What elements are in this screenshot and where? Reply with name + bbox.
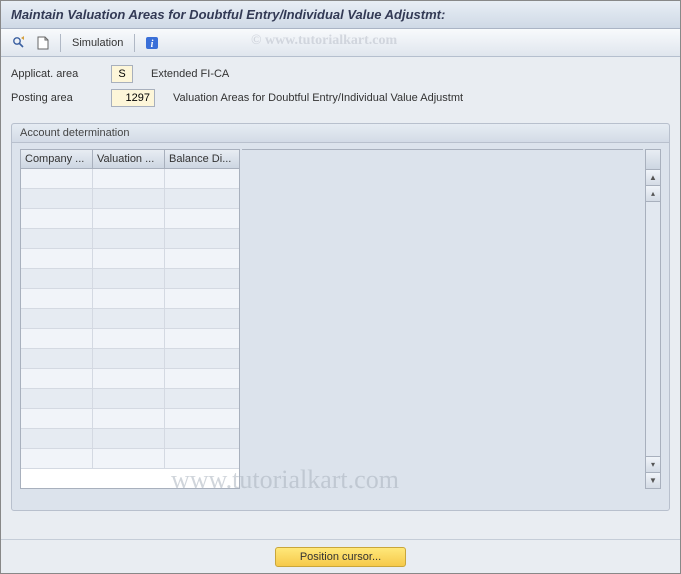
grid-header: Company ... Valuation ... Balance Di...: [21, 150, 239, 169]
table-row[interactable]: [21, 409, 239, 429]
table-row[interactable]: [21, 169, 239, 189]
table-cell[interactable]: [93, 389, 165, 408]
table-cell[interactable]: [165, 289, 239, 308]
table-cell[interactable]: [165, 169, 239, 188]
table-cell[interactable]: [21, 429, 93, 448]
table-cell[interactable]: [165, 369, 239, 388]
table-cell[interactable]: [93, 429, 165, 448]
new-page-icon[interactable]: [33, 34, 53, 52]
table-cell[interactable]: [165, 449, 239, 468]
scroll-down-step-icon[interactable]: ▾: [646, 456, 660, 472]
content-area: Applicat. area Extended FI-CA Posting ar…: [1, 57, 680, 547]
table-cell[interactable]: [21, 389, 93, 408]
table-row[interactable]: [21, 209, 239, 229]
table-row[interactable]: [21, 249, 239, 269]
table-cell[interactable]: [93, 209, 165, 228]
table-cell[interactable]: [21, 209, 93, 228]
table-cell[interactable]: [165, 429, 239, 448]
info-icon[interactable]: i: [142, 34, 162, 52]
field-row-applicat-area: Applicat. area Extended FI-CA: [11, 63, 670, 85]
table-row[interactable]: [21, 269, 239, 289]
group-title: Account determination: [12, 124, 669, 143]
toolbar: Simulation i: [1, 29, 680, 57]
table-cell[interactable]: [165, 389, 239, 408]
applicat-area-input[interactable]: [111, 65, 133, 83]
table-cell[interactable]: [165, 229, 239, 248]
table-cell[interactable]: [21, 309, 93, 328]
table-cell[interactable]: [93, 369, 165, 388]
applicat-area-label: Applicat. area: [11, 68, 111, 80]
toolbar-separator: [60, 34, 61, 52]
column-header-company[interactable]: Company ...: [21, 150, 93, 168]
table-cell[interactable]: [165, 309, 239, 328]
table-cell[interactable]: [93, 169, 165, 188]
table-cell[interactable]: [93, 229, 165, 248]
scroll-down-icon[interactable]: ▼: [646, 472, 660, 488]
table-cell[interactable]: [21, 289, 93, 308]
grid-wrap: Company ... Valuation ... Balance Di... …: [20, 149, 661, 489]
table-cell[interactable]: [165, 349, 239, 368]
table-cell[interactable]: [21, 349, 93, 368]
table-cell[interactable]: [165, 189, 239, 208]
scroll-up-step-icon[interactable]: ▴: [646, 186, 660, 202]
table-cell[interactable]: [165, 409, 239, 428]
table-cell[interactable]: [21, 229, 93, 248]
table-cell[interactable]: [21, 269, 93, 288]
table-cell[interactable]: [93, 289, 165, 308]
table-row[interactable]: [21, 449, 239, 469]
data-grid[interactable]: Company ... Valuation ... Balance Di...: [20, 149, 240, 489]
toolbar-separator: [134, 34, 135, 52]
scroll-up-icon[interactable]: ▲: [646, 170, 660, 186]
table-row[interactable]: [21, 309, 239, 329]
bottom-bar: Position cursor...: [1, 539, 680, 573]
display-change-icon[interactable]: [9, 34, 29, 52]
field-row-posting-area: Posting area Valuation Areas for Doubtfu…: [11, 87, 670, 109]
posting-area-label: Posting area: [11, 92, 111, 104]
table-cell[interactable]: [21, 169, 93, 188]
table-row[interactable]: [21, 189, 239, 209]
window-title: Maintain Valuation Areas for Doubtful En…: [1, 1, 680, 29]
vertical-scrollbar[interactable]: ▲ ▴ ▾ ▼: [645, 149, 661, 489]
table-cell[interactable]: [21, 449, 93, 468]
scrollbar-corner: [646, 150, 660, 170]
table-row[interactable]: [21, 369, 239, 389]
table-cell[interactable]: [93, 329, 165, 348]
svg-text:i: i: [151, 39, 154, 50]
column-header-balance[interactable]: Balance Di...: [165, 150, 239, 168]
table-cell[interactable]: [93, 449, 165, 468]
applicat-area-description: Extended FI-CA: [151, 68, 229, 80]
table-row[interactable]: [21, 389, 239, 409]
scrollbar-track[interactable]: [646, 202, 660, 456]
posting-area-input[interactable]: [111, 89, 155, 107]
table-cell[interactable]: [93, 409, 165, 428]
table-row[interactable]: [21, 429, 239, 449]
account-determination-group: Account determination Company ... Valuat…: [11, 123, 670, 511]
table-row[interactable]: [21, 289, 239, 309]
table-cell[interactable]: [93, 349, 165, 368]
table-row[interactable]: [21, 329, 239, 349]
grid-body: [21, 169, 239, 469]
table-cell[interactable]: [93, 249, 165, 268]
simulation-button[interactable]: Simulation: [68, 37, 127, 49]
table-cell[interactable]: [21, 329, 93, 348]
table-cell[interactable]: [165, 249, 239, 268]
table-cell[interactable]: [93, 189, 165, 208]
table-cell[interactable]: [21, 189, 93, 208]
table-cell[interactable]: [165, 329, 239, 348]
grid-empty-area: [242, 149, 643, 489]
table-cell[interactable]: [21, 409, 93, 428]
table-row[interactable]: [21, 349, 239, 369]
posting-area-description: Valuation Areas for Doubtful Entry/Indiv…: [173, 92, 463, 104]
position-cursor-button[interactable]: Position cursor...: [275, 547, 406, 567]
table-cell[interactable]: [165, 209, 239, 228]
table-row[interactable]: [21, 229, 239, 249]
column-header-valuation[interactable]: Valuation ...: [93, 150, 165, 168]
table-cell[interactable]: [93, 309, 165, 328]
table-cell[interactable]: [21, 249, 93, 268]
table-cell[interactable]: [165, 269, 239, 288]
table-cell[interactable]: [93, 269, 165, 288]
table-cell[interactable]: [21, 369, 93, 388]
